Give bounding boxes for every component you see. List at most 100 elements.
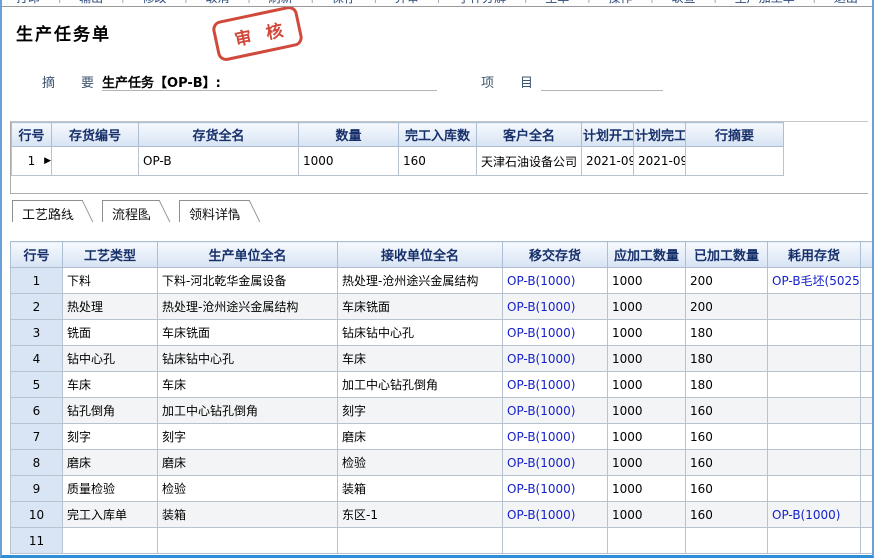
cell: 1000: [608, 502, 686, 528]
cell: 热处理-沧州途兴金属结构: [338, 268, 503, 294]
current-row-marker-icon: ▶: [44, 156, 51, 166]
toolbar-item[interactable]: 子件分解: [458, 0, 506, 6]
link-cell[interactable]: OP-B(1000): [768, 502, 861, 528]
cell: 180: [686, 320, 768, 346]
cell: [768, 372, 861, 398]
cell: 磨床: [63, 450, 158, 476]
cell: 1000: [608, 372, 686, 398]
cell: [861, 398, 873, 424]
cell: 钻孔倒角: [63, 398, 158, 424]
table-row[interactable]: 5车床车床加工中心钻孔倒角OP-B(1000)1000180: [11, 372, 873, 398]
summary-input[interactable]: 生产任务【OP-B】:: [102, 72, 437, 91]
toolbar-item[interactable]: 操作: [608, 0, 632, 6]
cell: 磨床: [338, 424, 503, 450]
cell: 180: [686, 372, 768, 398]
link-cell[interactable]: OP-B(1000): [503, 320, 608, 346]
table-row[interactable]: 3铣面车床铣面钻床钻中心孔OP-B(1000)1000180: [11, 320, 873, 346]
column-header: 完工入库数: [399, 123, 477, 147]
toolbar-item[interactable]: 刷新: [269, 0, 293, 6]
table-row[interactable]: 11: [11, 528, 873, 554]
cell: [861, 294, 873, 320]
toolbar-item[interactable]: 生产加工单: [735, 0, 795, 6]
toolbar-item[interactable]: 保存: [332, 0, 356, 6]
cell: 加工中心钻孔倒角: [338, 372, 503, 398]
cell: [768, 346, 861, 372]
cell: 车床: [158, 372, 338, 398]
table-row[interactable]: 2热处理热处理-沧州途兴金属结构车床铣面OP-B(1000)1000200: [11, 294, 873, 320]
row-number-cell: 8: [11, 450, 63, 476]
row-number-cell: 10: [11, 502, 63, 528]
project-input[interactable]: [541, 72, 663, 91]
link-cell[interactable]: OP-B毛坯(5025): [768, 268, 861, 294]
link-cell[interactable]: OP-B(1000): [503, 476, 608, 502]
table-row[interactable]: 7刻字刻字磨床OP-B(1000)1000160: [11, 424, 873, 450]
cell: 钻中心孔: [63, 346, 158, 372]
link-cell[interactable]: OP-B(1000): [503, 372, 608, 398]
column-header: 客户全名: [477, 123, 582, 147]
toolbar-item[interactable]: 取消: [205, 0, 229, 6]
project-label: 项 目: [481, 72, 533, 91]
column-header: 计划开工: [582, 123, 634, 147]
cell: 车床铣面: [338, 294, 503, 320]
link-cell[interactable]: OP-B(1000): [503, 398, 608, 424]
row-number-cell: 5: [11, 372, 63, 398]
link-cell[interactable]: OP-B(1000): [503, 294, 608, 320]
header-grid-panel: 行号存货编号存货全名数量完工入库数客户全名计划开工计划完工行摘要 1▶02003…: [10, 121, 868, 194]
toolbar-row: 打印|输出|修改|取消|刷新|保存|弃审|子件分解|生单|操作|联查|生产加工单…: [2, 0, 872, 6]
cell: [338, 528, 503, 554]
summary-label: 摘 要: [42, 72, 94, 91]
cell: 1000: [608, 424, 686, 450]
cell: 检验: [158, 476, 338, 502]
header-table-body: 1▶02003OP-B1000160天津石油设备公司2021-09-2021-0…: [12, 147, 784, 176]
tab[interactable]: 领料详情: [179, 200, 245, 222]
route-table-body: 1下料下料-河北乾华金属设备热处理-沧州途兴金属结构OP-B(1000)1000…: [11, 268, 873, 554]
selected-cell[interactable]: 02003: [52, 147, 139, 176]
table-row[interactable]: 1▶02003OP-B1000160天津石油设备公司2021-09-2021-0…: [12, 147, 784, 176]
toolbar-item[interactable]: 生单: [545, 0, 569, 6]
toolbar-item[interactable]: 输出: [79, 0, 103, 6]
toolbar-item[interactable]: 联查: [672, 0, 696, 6]
toolbar-item[interactable]: 打印: [16, 0, 40, 6]
toolbar-item[interactable]: 修改: [142, 0, 166, 6]
table-row[interactable]: 4钻中心孔钻床钻中心孔车床OP-B(1000)1000180: [11, 346, 873, 372]
link-cell[interactable]: OP-B(1000): [503, 424, 608, 450]
toolbar-separator: |: [713, 0, 717, 6]
column-header: 行号: [11, 242, 63, 268]
link-cell[interactable]: OP-B(1000): [503, 450, 608, 476]
cell: 刻字: [338, 398, 503, 424]
toolbar: 打印|输出|修改|取消|刷新|保存|弃审|子件分解|生单|操作|联查|生产加工单…: [2, 0, 872, 7]
table-row[interactable]: 9质量检验检验装箱OP-B(1000)1000160: [11, 476, 873, 502]
cell: [861, 372, 873, 398]
row-number-cell: 3: [11, 320, 63, 346]
link-cell[interactable]: OP-B(1000): [503, 346, 608, 372]
row-number-cell: 4: [11, 346, 63, 372]
toolbar-separator: |: [121, 0, 125, 6]
cell: 装箱: [158, 502, 338, 528]
content-area: 生产任务单 审核 摘 要 生产任务【OP-B】: 项 目 行号存货编号存货全名数…: [2, 7, 872, 555]
cell: 1000: [608, 268, 686, 294]
table-row[interactable]: 6钻孔倒角加工中心钻孔倒角刻字OP-B(1000)1000160: [11, 398, 873, 424]
header-table-head: 行号存货编号存货全名数量完工入库数客户全名计划开工计划完工行摘要: [12, 123, 784, 147]
toolbar-item[interactable]: 弃审: [395, 0, 419, 6]
cell: 160: [686, 502, 768, 528]
link-cell[interactable]: OP-B(1000): [503, 502, 608, 528]
tab[interactable]: 流程图: [102, 200, 155, 222]
table-row[interactable]: 10完工入库单装箱东区-1OP-B(1000)1000160OP-B(1000): [11, 502, 873, 528]
column-header: 数量: [299, 123, 399, 147]
table-row[interactable]: 8磨床磨床检验OP-B(1000)1000160: [11, 450, 873, 476]
cell: [768, 450, 861, 476]
row-number-cell: 7: [11, 424, 63, 450]
cell: 2021-09-: [634, 147, 686, 176]
cell: 1000: [608, 476, 686, 502]
window-frame: 打印|输出|修改|取消|刷新|保存|弃审|子件分解|生单|操作|联查|生产加工单…: [0, 0, 874, 558]
row-number-cell: 2: [11, 294, 63, 320]
table-row[interactable]: 1下料下料-河北乾华金属设备热处理-沧州途兴金属结构OP-B(1000)1000…: [11, 268, 873, 294]
tab[interactable]: 工艺路线: [12, 200, 78, 222]
column-header: 工艺类型: [63, 242, 158, 268]
toolbar-item[interactable]: 退出: [834, 0, 858, 6]
link-cell[interactable]: OP-B(1000): [503, 268, 608, 294]
cell: [861, 450, 873, 476]
cell: 1000: [608, 294, 686, 320]
cell: 铣面: [63, 320, 158, 346]
cell: 2021-09-: [582, 147, 634, 176]
